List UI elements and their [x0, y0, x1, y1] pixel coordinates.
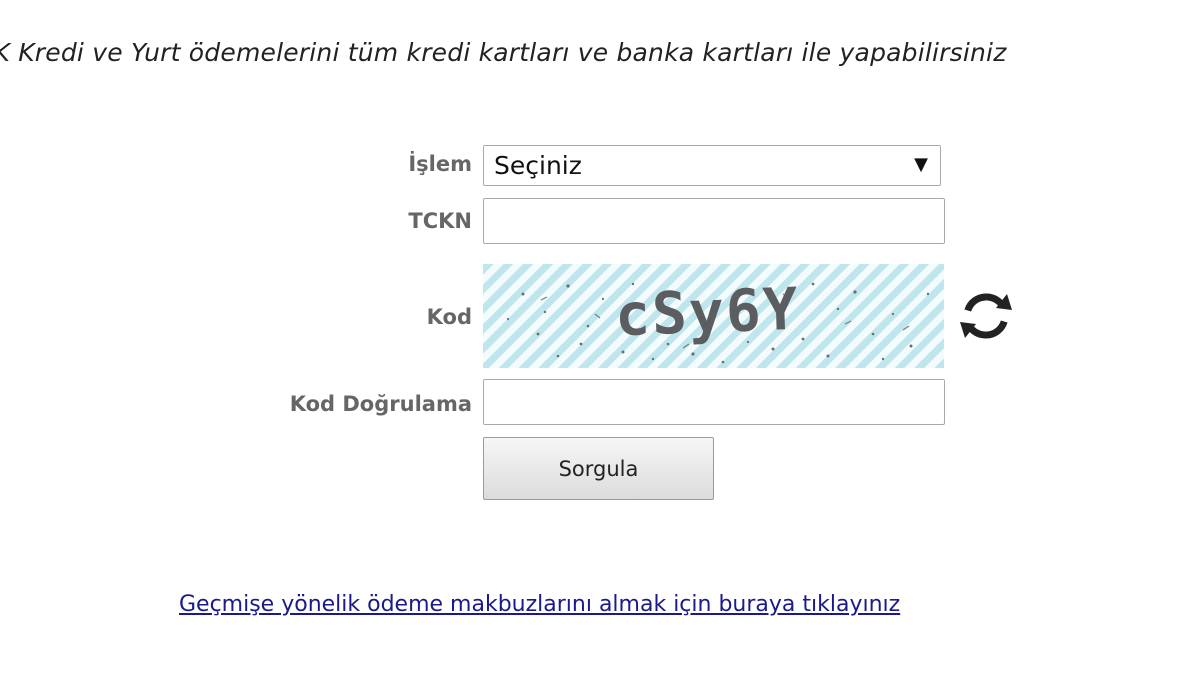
kod-label: Kod [426, 305, 472, 329]
payment-receipts-link[interactable]: Geçmişe yönelik ödeme makbuzlarını almak… [179, 592, 900, 617]
islem-select[interactable]: Seçiniz ▼ [483, 145, 941, 186]
caret-down-icon: ▼ [914, 154, 928, 175]
islem-selected-value: Seçiniz [494, 151, 582, 180]
kod-dogrulama-label: Kod Doğrulama [289, 392, 472, 416]
tckn-input[interactable] [483, 198, 945, 244]
kod-dogrulama-input[interactable] [483, 379, 945, 425]
refresh-icon[interactable] [958, 288, 1014, 344]
captcha-image: cSy6Y [483, 264, 944, 368]
tckn-label: TCKN [408, 209, 472, 233]
sorgula-button[interactable]: Sorgula [483, 437, 714, 500]
captcha-code: cSy6Y [613, 274, 801, 350]
islem-label: İşlem [408, 152, 472, 176]
payment-info-banner: YK Kredi ve Yurt ödemelerini tüm kredi k… [0, 38, 1007, 67]
